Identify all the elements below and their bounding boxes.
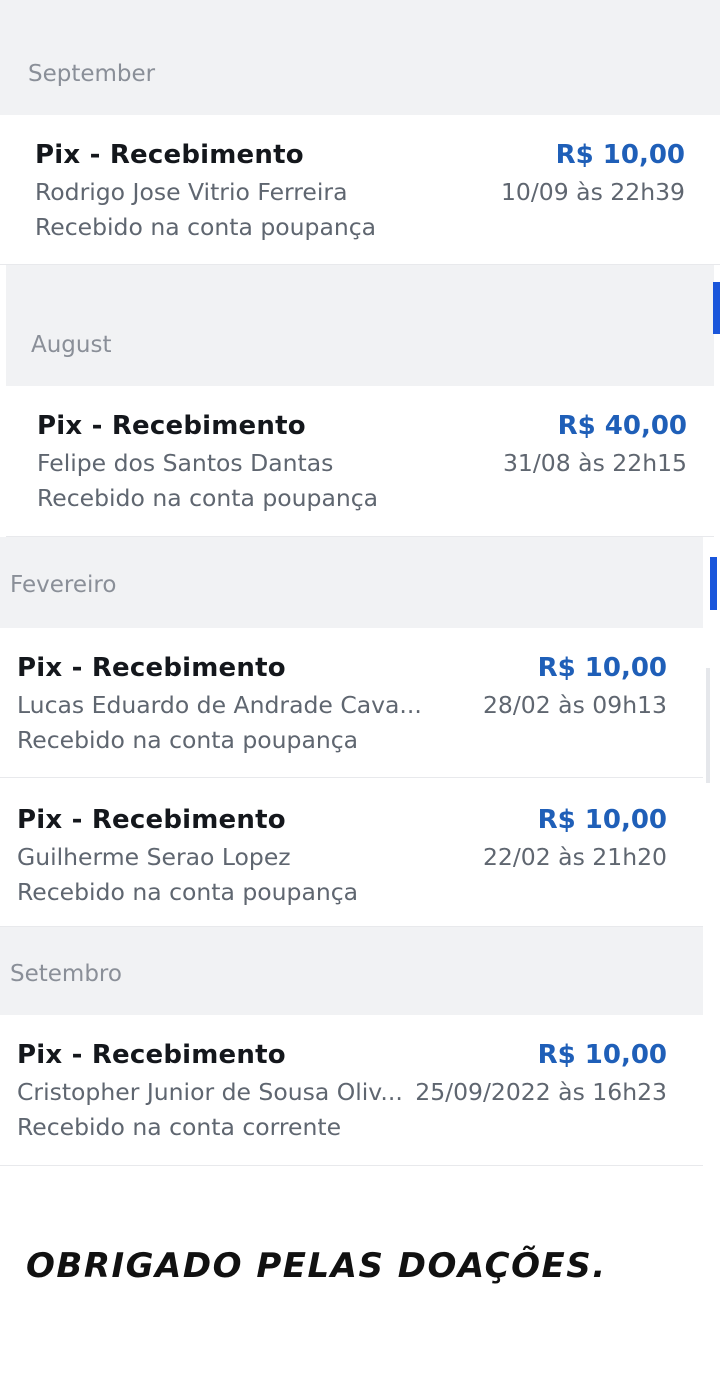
section-header-fevereiro: Fevereiro <box>0 537 703 628</box>
transaction-date: 10/09 às 22h39 <box>500 178 685 206</box>
section-month-label: Fevereiro <box>10 572 117 598</box>
transaction-sender-name: Cristopher Junior de Sousa Oliv... <box>17 1078 403 1106</box>
transaction-card[interactable]: Pix - Recebimento Lucas Eduardo de Andra… <box>0 628 703 778</box>
transaction-sender-name: Lucas Eduardo de Andrade Cava... <box>17 691 422 719</box>
section-header-september: September <box>0 0 720 115</box>
transaction-title: Pix - Recebimento <box>35 140 304 170</box>
transaction-date: 25/09/2022 às 16h23 <box>415 1078 667 1106</box>
transaction-account-type: Recebido na conta corrente <box>17 1113 342 1141</box>
transaction-amount: R$ 40,00 <box>557 411 687 441</box>
transaction-amount: R$ 10,00 <box>537 653 667 683</box>
transaction-card[interactable]: Pix - Recebimento Felipe dos Santos Dant… <box>6 386 714 537</box>
scroll-indicator <box>713 282 720 334</box>
transaction-account-type: Recebido na conta poupança <box>17 726 359 754</box>
transaction-amount: R$ 10,00 <box>537 805 667 835</box>
scroll-indicator <box>710 557 717 610</box>
transaction-title: Pix - Recebimento <box>17 653 286 683</box>
section-header-setembro: Setembro <box>0 927 703 1015</box>
transaction-sender-name: Felipe dos Santos Dantas <box>37 449 334 477</box>
transaction-date: 28/02 às 09h13 <box>482 691 667 719</box>
section-month-label: August <box>31 332 112 358</box>
section-month-label: September <box>28 61 156 87</box>
transaction-account-type: Recebido na conta poupança <box>17 878 359 906</box>
transaction-title: Pix - Recebimento <box>37 411 306 441</box>
transaction-card[interactable]: Pix - Recebimento Rodrigo Jose Vitrio Fe… <box>0 115 720 265</box>
section-header-august: August <box>6 265 714 386</box>
transaction-title: Pix - Recebimento <box>17 805 286 835</box>
section-month-label: Setembro <box>10 961 122 987</box>
transaction-date: 22/02 às 21h20 <box>482 843 667 871</box>
transaction-sender-name: Guilherme Serao Lopez <box>17 843 291 871</box>
transaction-title: Pix - Recebimento <box>17 1040 286 1070</box>
scrollbar-track <box>706 668 710 783</box>
transaction-sender-name: Rodrigo Jose Vitrio Ferreira <box>35 178 348 206</box>
transaction-account-type: Recebido na conta poupança <box>37 484 379 512</box>
thank-you-caption: Obrigado pelas doações. <box>26 1246 607 1286</box>
transaction-card[interactable]: Pix - Recebimento Cristopher Junior de S… <box>0 1015 703 1166</box>
transaction-account-type: Recebido na conta poupança <box>35 213 377 241</box>
transaction-date: 31/08 às 22h15 <box>502 449 687 477</box>
transaction-amount: R$ 10,00 <box>555 140 685 170</box>
transaction-amount: R$ 10,00 <box>537 1040 667 1070</box>
transaction-card[interactable]: Pix - Recebimento Guilherme Serao Lopez … <box>0 780 703 927</box>
